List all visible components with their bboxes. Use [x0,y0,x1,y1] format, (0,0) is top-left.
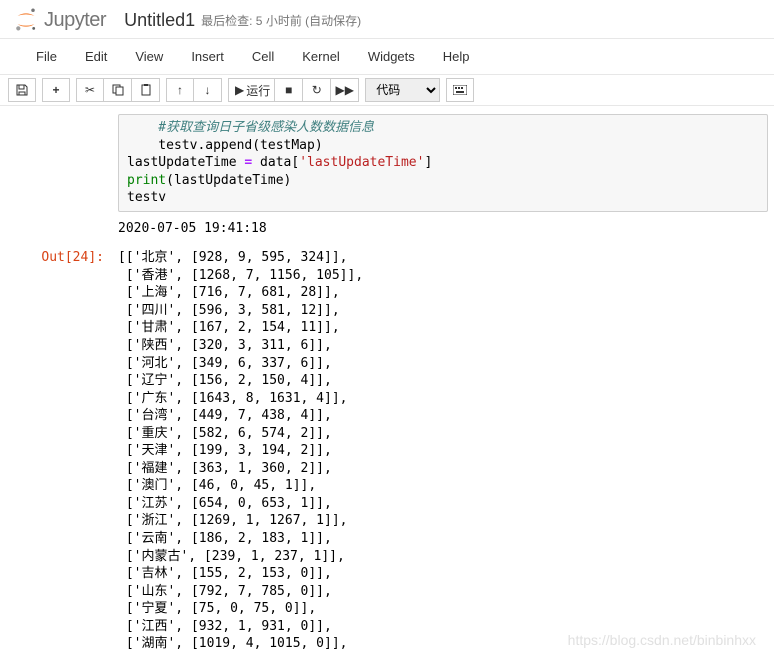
move-down-button[interactable]: ↓ [194,78,222,102]
restart-icon: ↻ [312,83,322,97]
plus-icon: + [52,83,59,97]
menu-edit[interactable]: Edit [71,43,121,70]
code-string: 'lastUpdateTime' [299,155,424,170]
toolbar: + ✂ ↑ ↓ ▶运行 ■ ↻ ▶▶ 代码 [0,75,774,106]
run-icon: ▶ [235,83,244,97]
interrupt-button[interactable]: ■ [275,78,303,102]
arrow-down-icon: ↓ [205,83,211,97]
input-prompt [0,112,112,218]
run-button[interactable]: ▶运行 [228,78,275,102]
stdout-row: 2020-07-05 19:41:18 [0,218,774,248]
jupyter-logo[interactable]: Jupyter [12,6,106,34]
code-line: ] [424,155,432,170]
stop-icon: ■ [285,83,292,97]
stdout-text: 2020-07-05 19:41:18 [118,220,768,238]
menu-cell[interactable]: Cell [238,43,288,70]
notebook-area: #获取查询日子省级感染人数数据信息 testv.append(testMap) … [0,106,774,655]
menu-widgets[interactable]: Widgets [354,43,429,70]
output-text: [['北京', [928, 9, 595, 324]], ['香港', [126… [118,249,768,653]
code-line: lastUpdateTime [127,155,244,170]
restart-button[interactable]: ↻ [303,78,331,102]
code-line: testv.append(testMap) [127,138,323,153]
code-builtin: print [127,173,166,188]
copy-button[interactable] [104,78,132,102]
code-input[interactable]: #获取查询日子省级感染人数数据信息 testv.append(testMap) … [118,114,768,212]
header: Jupyter Untitled1 最后检查: 5 小时前 (自动保存) [0,0,774,39]
cut-button[interactable]: ✂ [76,78,104,102]
command-palette-button[interactable] [446,78,474,102]
keyboard-icon [453,85,467,95]
code-line: data[ [252,155,299,170]
code-comment: #获取查询日子省级感染人数数据信息 [127,120,374,135]
notebook-title[interactable]: Untitled1 [124,10,195,31]
jupyter-icon [12,6,40,34]
add-cell-button[interactable]: + [42,78,70,102]
arrow-up-icon: ↑ [177,83,183,97]
output-prompt: Out[24]: [0,247,112,655]
logo-text: Jupyter [44,9,106,32]
copy-icon [112,84,124,96]
menu-kernel[interactable]: Kernel [288,43,354,70]
run-label: 运行 [246,82,270,99]
paste-icon [140,84,152,96]
output-row: Out[24]: [['北京', [928, 9, 595, 324]], ['… [0,247,774,655]
menubar: File Edit View Insert Cell Kernel Widget… [0,39,774,75]
fast-forward-icon: ▶▶ [336,83,354,97]
menu-insert[interactable]: Insert [177,43,238,70]
cut-icon: ✂ [85,83,95,97]
empty-prompt [0,218,112,248]
cell-type-select[interactable]: 代码 [365,78,440,102]
checkpoint-status: 最后检查: 5 小时前 (自动保存) [201,12,361,29]
code-line: testv [127,190,166,205]
watermark: https://blog.csdn.net/binbinhxx [568,632,756,648]
menu-view[interactable]: View [121,43,177,70]
menu-help[interactable]: Help [429,43,484,70]
paste-button[interactable] [132,78,160,102]
save-icon [16,84,28,96]
move-up-button[interactable]: ↑ [166,78,194,102]
restart-run-all-button[interactable]: ▶▶ [331,78,359,102]
menu-file[interactable]: File [22,43,71,70]
save-button[interactable] [8,78,36,102]
code-cell[interactable]: #获取查询日子省级感染人数数据信息 testv.append(testMap) … [0,112,774,218]
code-line: (lastUpdateTime) [166,173,291,188]
